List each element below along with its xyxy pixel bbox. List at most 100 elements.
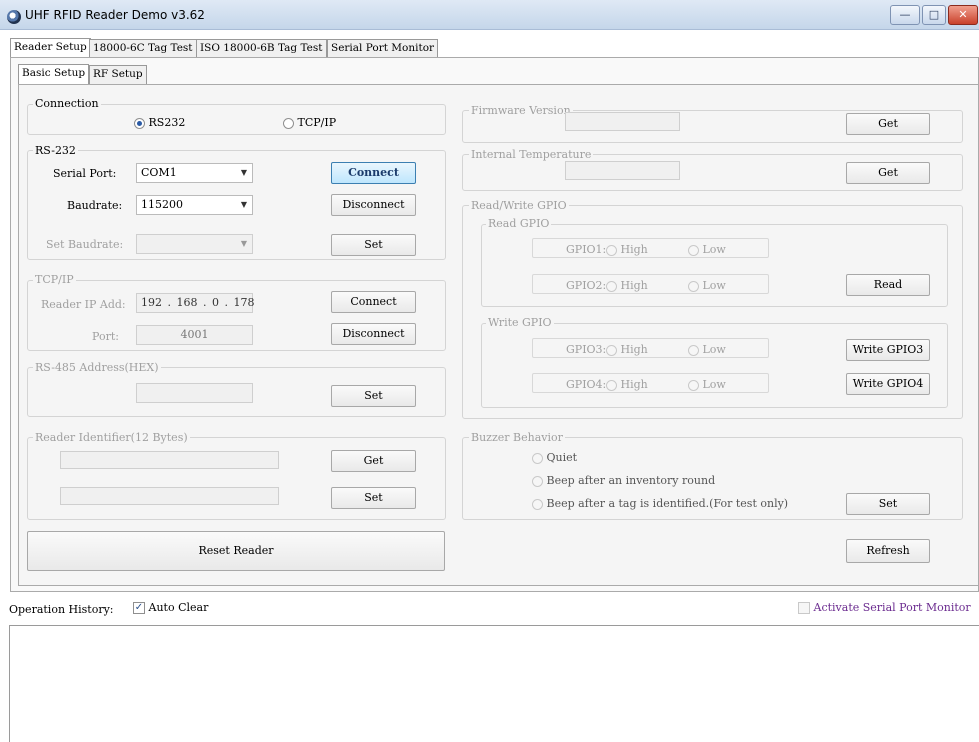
gpio2-low-radio[interactable]: Low (688, 279, 726, 292)
gpio2-high-radio[interactable]: High (606, 279, 648, 292)
baudrate-select[interactable]: 115200 ▼ (136, 195, 253, 215)
serial-port-value: COM1 (141, 166, 177, 179)
activate-monitor-label: Activate Serial Port Monitor (813, 601, 971, 614)
buzzer-round-label: Beep after an inventory round (546, 474, 716, 487)
reader-ip-label: Reader IP Add: (41, 298, 126, 311)
gpio4-low-indicator[interactable] (688, 379, 699, 391)
radio-rs232-indicator[interactable] (134, 117, 145, 129)
connection-label: Connection (33, 97, 101, 110)
gpio4-high-label: High (620, 378, 648, 391)
tab-iso-18000-6b[interactable]: ISO 18000-6B Tag Test (196, 39, 327, 58)
set-baudrate-select[interactable]: ▼ (136, 234, 253, 254)
operation-history-label: Operation History: (9, 603, 114, 616)
reader-identifier-get-button[interactable]: Get (331, 450, 416, 472)
rs485-label: RS-485 Address(HEX) (33, 361, 161, 374)
gpio4-label: GPIO4: (566, 378, 607, 391)
write-gpio3-button[interactable]: Write GPIO3 (846, 339, 930, 361)
ip-octet-4: 178 (233, 296, 255, 309)
ip-separator: . (224, 296, 229, 309)
buzzer-round-radio[interactable]: Beep after an inventory round (532, 474, 715, 487)
firmware-label: Firmware Version (469, 104, 573, 117)
tcp-disconnect-button[interactable]: Disconnect (331, 323, 416, 345)
temperature-field (565, 161, 680, 180)
minimize-icon: — (899, 8, 911, 21)
gpio1-high-radio[interactable]: High (606, 243, 648, 256)
gpio1-low-label: Low (702, 243, 726, 256)
reader-identifier-set-field[interactable] (60, 487, 279, 505)
read-gpio-button[interactable]: Read (846, 274, 930, 296)
reader-identifier-set-button[interactable]: Set (331, 487, 416, 509)
tcp-connect-button[interactable]: Connect (331, 291, 416, 313)
activate-monitor-indicator[interactable] (798, 602, 810, 614)
gpio3-low-indicator[interactable] (688, 344, 699, 356)
firmware-get-button[interactable]: Get (846, 113, 930, 135)
auto-clear-checkbox[interactable]: ✓ Auto Clear (133, 601, 208, 614)
close-button[interactable]: ✕ (948, 5, 978, 25)
ip-octet-2: 168 (176, 296, 198, 309)
app-icon (7, 10, 21, 24)
gpio-label: Read/Write GPIO (469, 199, 569, 212)
baudrate-value: 115200 (141, 198, 183, 211)
tab-serial-port-monitor[interactable]: Serial Port Monitor (327, 39, 439, 58)
set-baudrate-button[interactable]: Set (331, 234, 416, 256)
gpio4-low-label: Low (702, 378, 726, 391)
gpio3-high-radio[interactable]: High (606, 343, 648, 356)
radio-tcpip-label: TCP/IP (297, 116, 337, 129)
tab-basic-setup[interactable]: Basic Setup (18, 64, 90, 84)
buzzer-quiet-label: Quiet (546, 451, 578, 464)
radio-tcpip[interactable]: TCP/IP (283, 116, 336, 129)
port-input[interactable]: 4001 (136, 325, 253, 345)
gpio4-high-indicator[interactable] (606, 379, 617, 391)
buzzer-round-indicator[interactable] (532, 475, 543, 487)
buzzer-tag-radio[interactable]: Beep after a tag is identified.(For test… (532, 497, 788, 510)
buzzer-quiet-radio[interactable]: Quiet (532, 451, 577, 464)
reset-reader-button[interactable]: Reset Reader (27, 531, 445, 571)
buzzer-label: Buzzer Behavior (469, 431, 565, 444)
rs232-label: RS-232 (33, 144, 78, 157)
tab-rf-setup[interactable]: RF Setup (89, 65, 147, 84)
refresh-button[interactable]: Refresh (846, 539, 930, 563)
rs232-connect-button[interactable]: Connect (331, 162, 416, 184)
reader-identifier-get-field[interactable] (60, 451, 279, 469)
operation-history-log[interactable] (9, 625, 979, 742)
buzzer-tag-label: Beep after a tag is identified.(For test… (546, 497, 789, 510)
gpio3-high-indicator[interactable] (606, 344, 617, 356)
close-icon: ✕ (958, 8, 968, 21)
temperature-get-button[interactable]: Get (846, 162, 930, 184)
gpio3-high-label: High (620, 343, 648, 356)
chevron-down-icon: ▼ (240, 168, 247, 177)
ip-separator: . (203, 296, 207, 309)
gpio1-high-indicator[interactable] (606, 244, 617, 256)
write-gpio4-button[interactable]: Write GPIO4 (846, 373, 930, 395)
activate-serial-monitor-checkbox[interactable]: Activate Serial Port Monitor (798, 601, 971, 614)
gpio2-low-label: Low (702, 279, 726, 292)
maximize-button[interactable]: □ (922, 5, 946, 25)
gpio3-low-radio[interactable]: Low (688, 343, 726, 356)
rs485-address-input[interactable] (136, 383, 253, 403)
buzzer-quiet-indicator[interactable] (532, 452, 543, 464)
minimize-button[interactable]: — (890, 5, 920, 25)
gpio1-low-radio[interactable]: Low (688, 243, 726, 256)
rs232-disconnect-button[interactable]: Disconnect (331, 194, 416, 216)
serial-port-label: Serial Port: (53, 167, 117, 180)
title-bar[interactable]: UHF RFID Reader Demo v3.62 — □ ✕ (0, 0, 979, 30)
radio-tcpip-indicator[interactable] (283, 117, 294, 129)
chevron-down-icon: ▼ (240, 239, 247, 248)
tab-18000-6c[interactable]: 18000-6C Tag Test (89, 39, 197, 58)
auto-clear-label: Auto Clear (148, 601, 209, 614)
reader-ip-input[interactable]: 192 . 168 . 0 . 178 (136, 293, 255, 313)
gpio2-low-indicator[interactable] (688, 280, 699, 292)
gpio4-high-radio[interactable]: High (606, 378, 648, 391)
gpio4-low-radio[interactable]: Low (688, 378, 726, 391)
buzzer-tag-indicator[interactable] (532, 498, 543, 510)
tab-reader-setup[interactable]: Reader Setup (10, 38, 91, 58)
gpio2-label: GPIO2: (566, 279, 607, 292)
buzzer-set-button[interactable]: Set (846, 493, 930, 515)
checkmark-icon[interactable]: ✓ (133, 602, 145, 614)
gpio2-high-indicator[interactable] (606, 280, 617, 292)
serial-port-select[interactable]: COM1 ▼ (136, 163, 253, 183)
rs485-set-button[interactable]: Set (331, 385, 416, 407)
radio-rs232[interactable]: RS232 (134, 116, 185, 129)
gpio1-label: GPIO1: (566, 243, 607, 256)
gpio1-low-indicator[interactable] (688, 244, 699, 256)
